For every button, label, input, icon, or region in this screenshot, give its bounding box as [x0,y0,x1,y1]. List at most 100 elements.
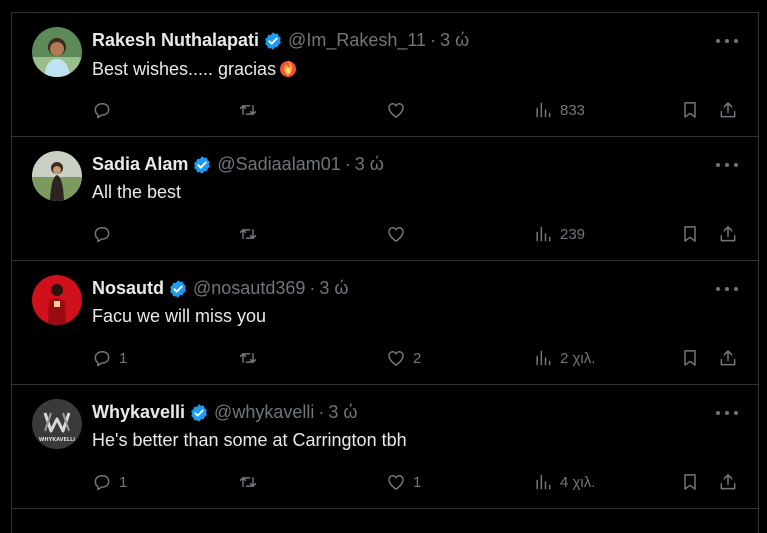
share-icon [720,474,736,490]
handle[interactable]: @nosautd369 [193,278,305,299]
like-button[interactable]: 1 [386,470,421,494]
retweet-icon [239,353,257,363]
views-button[interactable]: 2 χιλ. [533,346,595,370]
views-button[interactable]: 833 [533,98,585,122]
avatar[interactable] [32,275,82,325]
tweet[interactable]: Nosautd @nosautd369 · 3 ώ Facu we will m… [12,261,758,385]
view-count: 2 χιλ. [560,349,596,367]
views-icon [536,474,551,490]
verified-badge-icon [189,403,209,423]
tweet-header: Whykavelli @whykavelli · 3 ώ [92,402,357,423]
retweet-icon [239,105,257,115]
display-name[interactable]: Rakesh Nuthalapati [92,30,259,51]
separator: · [344,154,351,174]
views-icon [536,102,551,118]
share-icon [720,102,736,118]
timestamp[interactable]: 3 ώ [355,154,384,175]
display-name[interactable]: Sadia Alam [92,154,188,175]
bookmark-icon [684,350,696,366]
heart-icon [388,103,404,118]
retweet-button[interactable] [238,222,265,246]
tweet-text: Best wishes..... gracias [92,58,298,80]
like-button[interactable] [386,98,413,122]
avatar[interactable] [32,151,82,201]
retweet-button[interactable] [238,470,265,494]
share-button[interactable] [718,222,738,246]
reply-button[interactable]: 1 [92,346,127,370]
bookmark-button[interactable] [680,470,700,494]
tweet[interactable]: Sadia Alam @Sadiaalam01 · 3 ώ All the be… [12,137,758,261]
view-count: 4 χιλ. [560,473,596,491]
separator: · [318,402,325,422]
tweet-text: He's better than some at Carrington tbh [92,430,407,450]
display-name[interactable]: Whykavelli [92,402,185,423]
share-button[interactable] [718,470,738,494]
bookmark-button[interactable] [680,98,700,122]
retweet-icon [239,477,257,487]
retweet-button[interactable] [238,98,265,122]
handle[interactable]: @Im_Rakesh_11 [288,30,426,51]
tweet-text: All the best [92,182,182,202]
like-count: 1 [413,473,422,491]
tweet-text: Facu we will miss you [92,306,267,326]
like-button[interactable]: 2 [386,346,421,370]
view-count: 239 [560,225,586,243]
separator: · [430,30,437,50]
more-icon[interactable] [716,157,738,173]
verified-badge-icon [192,155,212,175]
timestamp[interactable]: 3 ώ [328,402,357,423]
avatar[interactable] [32,27,82,77]
action-bar: 1 2 2 χιλ. [92,346,742,370]
reply-icon [94,103,110,119]
retweet-button[interactable] [238,346,265,370]
fire-icon [278,58,298,78]
views-icon [536,350,551,366]
bookmark-icon [684,102,696,118]
like-count: 2 [413,349,422,367]
reply-icon [94,227,110,243]
share-icon [720,350,736,366]
tweet[interactable]: Rakesh Nuthalapati @Im_Rakesh_11 · 3 ώ B… [12,13,758,137]
tweet-header: Rakesh Nuthalapati @Im_Rakesh_11 · 3 ώ [92,30,469,51]
reply-button[interactable] [92,98,119,122]
more-icon[interactable] [716,33,738,49]
verified-badge-icon [263,31,283,51]
views-icon [536,226,551,242]
reply-button[interactable]: 1 [92,470,127,494]
heart-icon [388,351,404,366]
reply-count: 1 [119,349,128,367]
handle[interactable]: @whykavelli [214,402,314,423]
timestamp[interactable]: 3 ώ [440,30,469,51]
display-name[interactable]: Nosautd [92,278,164,299]
reply-icon [94,351,110,367]
bookmark-icon [684,474,696,490]
bookmark-button[interactable] [680,222,700,246]
reply-button[interactable] [92,222,119,246]
views-button[interactable]: 239 [533,222,585,246]
view-count: 833 [560,101,586,119]
views-button[interactable]: 4 χιλ. [533,470,595,494]
bookmark-icon [684,226,696,242]
reply-feed: Rakesh Nuthalapati @Im_Rakesh_11 · 3 ώ B… [11,12,759,533]
tweet-text-content: Best wishes..... gracias [92,59,277,79]
tweet-header: Sadia Alam @Sadiaalam01 · 3 ώ [92,154,384,175]
bookmark-button[interactable] [680,346,700,370]
verified-badge-icon [168,279,188,299]
tweet[interactable]: WHYKAVELLI Whykavelli @whykavelli · 3 ώ … [12,385,758,509]
more-icon[interactable] [716,281,738,297]
heart-icon [388,227,404,242]
handle[interactable]: @Sadiaalam01 [217,154,340,175]
separator: · [309,278,316,298]
avatar[interactable]: WHYKAVELLI [32,399,82,449]
reply-icon [94,475,110,491]
timestamp[interactable]: 3 ώ [319,278,348,299]
retweet-icon [239,229,257,239]
avatar-wordmark: WHYKAVELLI [39,437,75,443]
share-button[interactable] [718,346,738,370]
more-icon[interactable] [716,405,738,421]
tweet-header: Nosautd @nosautd369 · 3 ώ [92,278,348,299]
like-button[interactable] [386,222,413,246]
action-bar: 1 1 4 χιλ. [92,470,742,494]
share-button[interactable] [718,98,738,122]
share-icon [720,226,736,242]
